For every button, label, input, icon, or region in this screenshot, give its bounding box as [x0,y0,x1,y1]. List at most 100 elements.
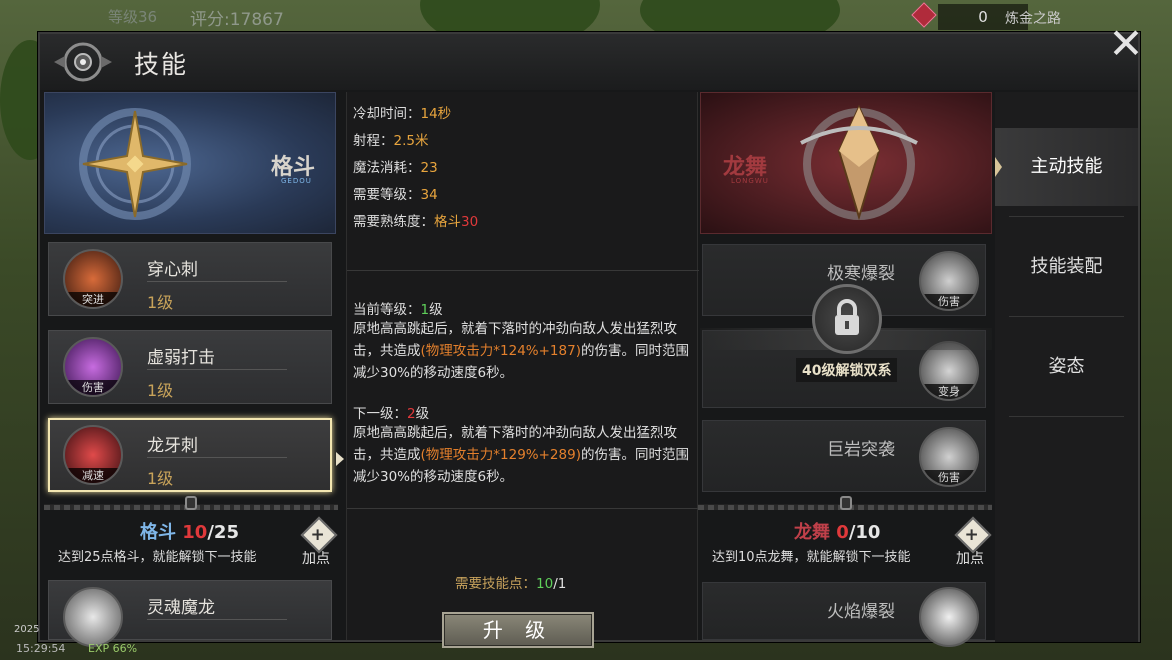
skill-card-juyantuxi[interactable]: 巨岩突袭 伤害 [702,420,986,492]
current-level-unit: 级 [429,302,443,318]
points-max: /10 [848,522,881,543]
plus-icon: + [964,525,979,546]
padlock-icon [812,284,882,354]
add-point-label[interactable]: 加点 [302,548,330,568]
next-level-desc: 原地高高跳起后，就着下落时的冲劲向敌人发出猛烈攻击，共造成(物理攻击力*129%… [353,422,693,488]
skill-tag: 减速 [65,468,121,483]
skill-tag: 伤害 [921,294,977,309]
skill-level: 1级 [147,293,174,312]
next-level-row: 下一级：2级 [353,402,429,422]
req-prof-school: 格斗 [434,214,461,230]
divider [147,619,287,620]
need-points-value: 10 [536,576,554,592]
skill-level: 1级 [147,469,174,488]
next-level-desc-clip: 原地高高跳起后，就着下落时的冲劲向敌人发出猛烈攻击，共造成(物理攻击力*129%… [347,422,699,506]
bottom-hud: 15:29:54 EXP 66% 2025 [0,624,1172,660]
skill-name: 极寒爆裂 [827,264,895,284]
exp-readout: EXP 66% [88,642,138,655]
plus-icon: + [310,525,325,546]
range-value: 2.5米 [393,133,429,149]
need-points-max: /1 [553,576,567,592]
window-title: 技能 [134,50,189,79]
skill-window: 技能 ✕ 格斗 GEDOU 龙舞 LONGWU 突进 穿心刺 1级 伤害 虚弱打… [38,23,1144,648]
points-counter: 格斗 10/25 [140,518,239,544]
gem-icon [911,2,937,28]
divider [147,369,287,370]
player-score: 评分:17867 [190,10,284,30]
cooldown-row: 冷却时间：14秒 [353,102,451,122]
req-level-value: 34 [420,187,438,203]
top-hud: 等级36 评分:17867 0 炼金之路 [0,0,1172,34]
tab-skill-equip[interactable]: 技能装配 [995,228,1138,306]
cooldown-value: 14秒 [420,106,452,122]
window-titlebar: 技能 ✕ [40,23,1144,90]
longwu-emblem-icon [800,104,918,221]
player-rank: 等级36 [108,8,158,26]
skill-emblem-icon [54,42,112,82]
points-desc: 达到10点龙舞，就能解锁下一技能 [712,550,911,565]
skill-name: 巨岩突袭 [827,440,895,460]
skill-card-linghunmolong[interactable]: 灵魂魔龙 [48,580,332,647]
frost-burst-icon: 伤害 [919,251,979,311]
cooldown-label: 冷却时间： [353,106,421,122]
alchemy-road-label[interactable]: 炼金之路 [1005,8,1061,28]
school-subtitle: LONGWU [731,177,769,185]
school-header-longwu: 龙舞 LONGWU [700,92,992,234]
next-level-label: 下一级： [353,406,407,422]
year-fragment: 2025 [14,624,40,635]
skill-tag: 伤害 [65,380,121,395]
skill-tag: 变身 [921,384,977,399]
divider [1009,416,1124,417]
divider [1009,316,1124,317]
mana-value: 23 [420,160,438,176]
req-prof-label: 需要熟练度： [353,214,434,230]
school-header-gedou: 格斗 GEDOU [44,92,336,234]
mana-row: 魔法消耗：23 [353,156,438,176]
lock-icon [185,496,197,510]
skill-card-chuanxinci[interactable]: 突进 穿心刺 1级 [48,242,332,316]
need-points-row: 需要技能点：10/1 [455,572,566,592]
desc-formula: (物理攻击力*124%+187) [420,343,581,359]
skill-card-huoyanbaolie[interactable]: 火焰爆裂 [702,582,986,647]
req-level-label: 需要等级： [353,187,421,203]
gedou-points-bar: 格斗 10/25 达到25点格斗，就能解锁下一技能 + 加点 [44,512,338,580]
next-level-unit: 级 [415,406,430,422]
points-desc: 达到25点格斗，就能解锁下一技能 [58,550,257,565]
padlock-icon-svg [835,299,859,335]
req-prof-row: 需要熟练度：格斗30 [353,210,478,230]
skill-detail-panel: 冷却时间：14秒 射程：2.5米 魔法消耗：23 需要等级：34 需要熟练度：格… [346,92,699,648]
lock-text: 40级解锁双系 [796,358,898,382]
divider [1009,216,1124,217]
tab-active-skills[interactable]: 主动技能 [995,128,1138,206]
current-level-value: 1 [420,302,430,318]
skill-tag: 伤害 [921,470,977,485]
selection-arrow-icon [336,452,344,466]
skill-level: 1级 [147,381,174,400]
longwu-points-bar: 龙舞 0/10 达到10点龙舞，就能解锁下一技能 + 加点 [698,512,992,580]
current-level-row: 当前等级：1级 [353,298,443,318]
points-max: /25 [207,522,239,543]
current-level-desc: 原地高高跳起后，就着下落时的冲劲向敌人发出猛烈攻击，共造成(物理攻击力*124%… [353,318,693,384]
req-prof-value: 30 [461,214,479,230]
points-counter: 龙舞 0/10 [794,518,880,544]
skill-name: 灵魂魔龙 [147,598,215,618]
add-point-label[interactable]: 加点 [956,548,984,568]
range-row: 射程：2.5米 [353,129,428,149]
skill-name: 火焰爆裂 [827,602,895,622]
boulder-icon: 伤害 [919,427,979,487]
close-button[interactable]: ✕ [1106,23,1146,65]
school-subtitle: GEDOU [281,177,312,185]
req-level-row: 需要等级：34 [353,183,438,203]
skill-card-xuruodaji[interactable]: 伤害 虚弱打击 1级 [48,330,332,404]
dual-school-lock: 40级解锁双系 [700,284,992,382]
mana-label: 魔法消耗： [353,160,421,176]
piercing-icon: 突进 [63,249,123,309]
tab-stance[interactable]: 姿态 [995,328,1138,406]
points-current: 0 [836,522,849,543]
divider [347,270,699,271]
lock-icon [840,496,852,510]
points-school: 格斗 [140,522,176,543]
divider [347,508,699,509]
need-points-label: 需要技能点： [455,576,536,592]
skill-card-longyaci[interactable]: 减速 龙牙刺 1级 [48,418,332,492]
